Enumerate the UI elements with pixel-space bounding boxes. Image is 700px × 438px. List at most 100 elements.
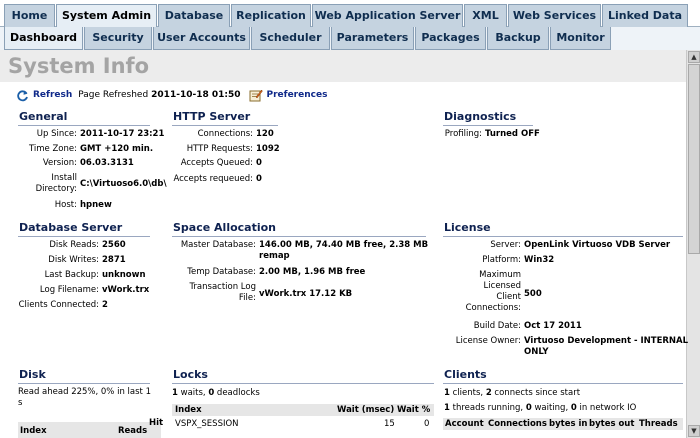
main-tab-bar: Home System Admin Database Replication W… bbox=[0, 0, 700, 27]
timezone-value: GMT +120 min. bbox=[80, 144, 154, 154]
http-server-heading: HTTP Server bbox=[173, 110, 251, 123]
locks-col-wait: Wait (msec) bbox=[337, 405, 395, 415]
transaction-log-value: vWork.trx 17.12 KB bbox=[259, 289, 353, 299]
platform-value: Win32 bbox=[524, 255, 555, 265]
clients-connected-label: Clients Connected: bbox=[18, 300, 99, 310]
tab-scheduler[interactable]: Scheduler bbox=[251, 27, 330, 50]
up-since-label: Up Since: bbox=[36, 129, 77, 139]
disk-writes-value: 2871 bbox=[102, 255, 126, 265]
refresh-link[interactable]: Refresh bbox=[33, 90, 72, 100]
locks-col-wait-pct: Wait % bbox=[397, 405, 431, 415]
accepts-queued-label: Accepts Queued: bbox=[180, 158, 253, 168]
max-connections-label-line3: Client bbox=[496, 292, 521, 302]
preferences-link[interactable]: Preferences bbox=[267, 90, 328, 100]
tab-backup[interactable]: Backup bbox=[487, 27, 549, 50]
disk-writes-label: Disk Writes: bbox=[48, 255, 99, 265]
host-value: hpnew bbox=[80, 200, 112, 210]
scroll-up-arrow-icon[interactable]: ▲ bbox=[688, 51, 700, 63]
clients-heading: Clients bbox=[444, 368, 487, 381]
up-since-value: 2011-10-17 23:21 bbox=[80, 129, 165, 139]
space-allocation-heading: Space Allocation bbox=[173, 221, 277, 234]
sub-tab-bar: Dashboard Security User Accounts Schedul… bbox=[0, 27, 700, 50]
locks-summary: 1 waits, 0 deadlocks bbox=[172, 388, 260, 398]
tab-home[interactable]: Home bbox=[4, 4, 55, 27]
clients-col-bytes-in: bytes in bbox=[549, 419, 588, 429]
tab-system-admin[interactable]: System Admin bbox=[56, 4, 157, 27]
profiling-value: Turned OFF bbox=[485, 129, 540, 139]
master-database-label: Master Database: bbox=[180, 240, 256, 250]
profiling-label: Profiling: bbox=[444, 129, 482, 139]
license-heading: License bbox=[444, 221, 491, 234]
scroll-down-arrow-icon[interactable]: ▼ bbox=[688, 425, 700, 437]
accepts-queued-value: 0 bbox=[256, 158, 262, 168]
diagnostics-divider bbox=[443, 125, 533, 126]
refreshed-label: Page Refreshed bbox=[78, 90, 149, 100]
database-server-divider bbox=[18, 236, 150, 237]
locks-row-index: VSPX_SESSION bbox=[175, 419, 239, 429]
scrollbar-thumb[interactable] bbox=[688, 64, 700, 254]
disk-col-hit: Hit bbox=[149, 418, 164, 428]
tab-dashboard[interactable]: Dashboard bbox=[4, 27, 83, 50]
refresh-icon[interactable] bbox=[16, 89, 29, 102]
timezone-label: Time Zone: bbox=[28, 144, 77, 154]
install-label-line1: Install bbox=[51, 173, 77, 183]
locks-row-wait-pct: 0 bbox=[424, 419, 430, 429]
license-owner-label: License Owner: bbox=[455, 336, 521, 346]
page-title: System Info bbox=[8, 54, 150, 78]
tab-xml[interactable]: XML bbox=[464, 4, 507, 27]
install-label-line2: Directory: bbox=[35, 184, 77, 194]
server-label: Server: bbox=[490, 240, 521, 250]
build-date-label: Build Date: bbox=[473, 321, 521, 331]
disk-col-reads: Reads bbox=[118, 426, 148, 436]
tab-user-accounts[interactable]: User Accounts bbox=[153, 27, 250, 50]
clients-summary: 1 clients, 2 connects since start bbox=[444, 388, 581, 398]
tab-database[interactable]: Database bbox=[158, 4, 230, 27]
threads-summary: 1 threads running, 0 waiting, 0 in netwo… bbox=[444, 403, 637, 413]
disk-read-ahead-line1: Read ahead 225%, 0% in last 1 bbox=[18, 387, 151, 397]
tab-security[interactable]: Security bbox=[84, 27, 152, 50]
max-connections-label-line2: Licensed bbox=[483, 281, 521, 291]
clients-col-threads: Threads bbox=[639, 419, 678, 429]
clients-divider bbox=[443, 383, 683, 384]
version-value: 06.03.3131 bbox=[80, 158, 134, 168]
vertical-scrollbar[interactable]: ▲ ▼ bbox=[686, 50, 700, 438]
max-connections-value: 500 bbox=[524, 289, 542, 299]
tab-linked-data[interactable]: Linked Data bbox=[602, 4, 688, 27]
locks-col-index: Index bbox=[175, 405, 202, 415]
tab-web-services[interactable]: Web Services bbox=[508, 4, 601, 27]
toolbar: Refresh Page Refreshed 2011-10-18 01:50 … bbox=[16, 87, 327, 103]
transaction-log-label-line1: Transaction Log bbox=[189, 282, 256, 292]
license-owner-value-line1: Virtuoso Development - INTERNAL bbox=[524, 336, 689, 346]
preferences-icon[interactable] bbox=[249, 88, 263, 102]
tab-packages[interactable]: Packages bbox=[415, 27, 486, 50]
transaction-log-label-line2: File: bbox=[238, 293, 256, 303]
database-server-heading: Database Server bbox=[19, 221, 123, 234]
http-requests-label: HTTP Requests: bbox=[186, 144, 253, 154]
connections-label: Connections: bbox=[197, 129, 253, 139]
general-divider bbox=[18, 125, 150, 126]
platform-label: Platform: bbox=[482, 255, 521, 265]
log-filename-label: Log Filename: bbox=[39, 285, 99, 295]
clients-connected-value: 2 bbox=[102, 300, 108, 310]
accepts-requeued-value: 0 bbox=[256, 174, 262, 184]
version-label: Version: bbox=[42, 158, 77, 168]
disk-read-ahead-line2: s bbox=[18, 398, 23, 408]
last-backup-value: unknown bbox=[102, 270, 146, 280]
tab-parameters[interactable]: Parameters bbox=[331, 27, 414, 50]
install-value: C:\Virtuoso6.0\db\ bbox=[80, 179, 167, 189]
log-filename-value: vWork.trx bbox=[102, 285, 150, 295]
temp-database-label: Temp Database: bbox=[187, 267, 256, 277]
max-connections-label-line1: Maximum bbox=[479, 270, 521, 280]
locks-table-header: Index Wait (msec) Wait % bbox=[172, 404, 434, 416]
clients-col-connections: Connections bbox=[488, 419, 547, 429]
clients-col-bytes-out: bytes out bbox=[589, 419, 635, 429]
locks-divider bbox=[172, 383, 434, 384]
accepts-requeued-label: Accepts requeued: bbox=[173, 174, 253, 184]
tab-replication[interactable]: Replication bbox=[231, 4, 311, 27]
http-server-divider bbox=[172, 125, 278, 126]
tab-web-application-server[interactable]: Web Application Server bbox=[312, 4, 463, 27]
master-database-value-line2: remap bbox=[259, 251, 290, 261]
tab-monitor[interactable]: Monitor bbox=[550, 27, 611, 50]
disk-divider bbox=[18, 383, 150, 384]
master-database-value-line1: 146.00 MB, 74.40 MB free, 2.38 MB bbox=[259, 240, 429, 250]
